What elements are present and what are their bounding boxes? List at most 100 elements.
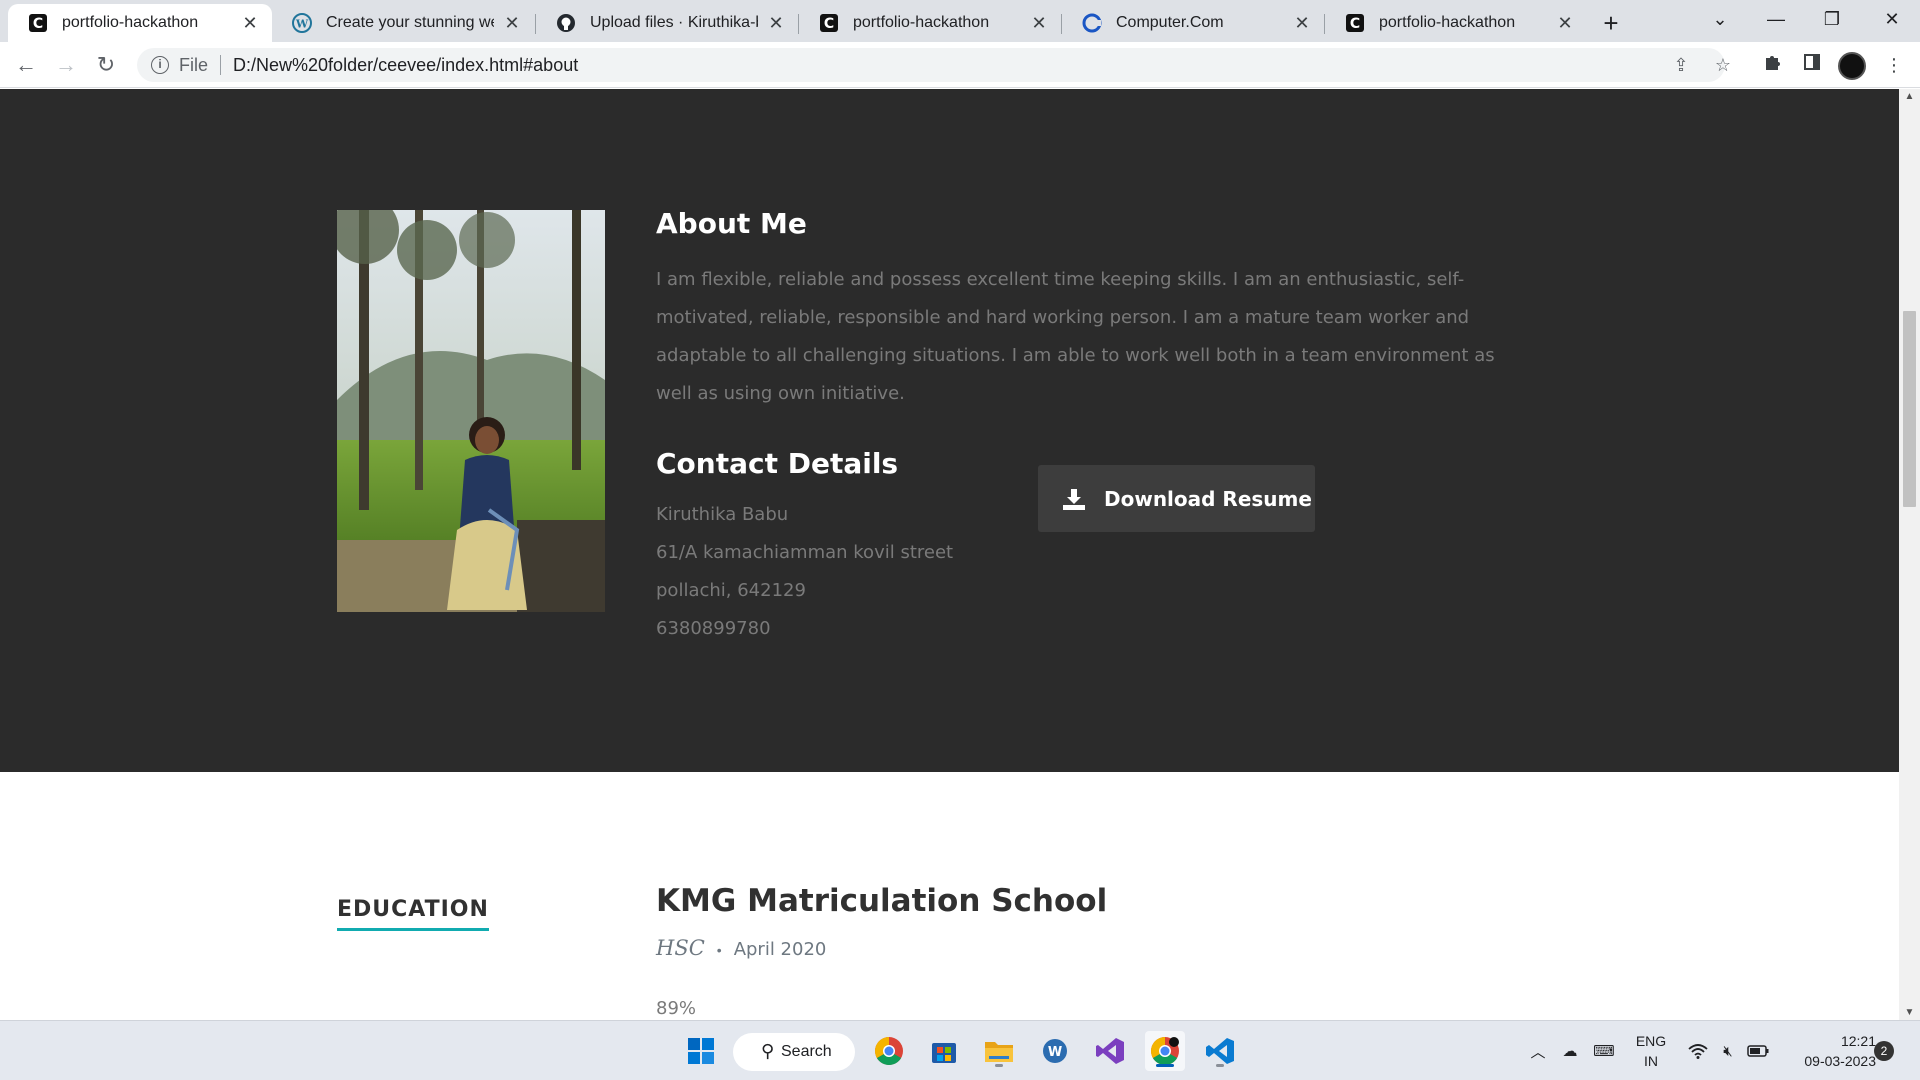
tab-title: portfolio-hackathon	[1379, 14, 1516, 31]
running-indicator	[995, 1064, 1003, 1067]
tab-close-icon[interactable]: ✕	[502, 13, 522, 34]
forward-button[interactable]: →	[50, 49, 82, 81]
chrome-taskbar-icon[interactable]	[869, 1031, 909, 1071]
tab-wordpress[interactable]: W Create your stunning websi ✕	[272, 4, 534, 42]
notification-badge[interactable]: 2	[1874, 1041, 1894, 1061]
tab-strip: C portfolio-hackathon ✕ W Create your st…	[0, 0, 1920, 42]
degree-date: April 2020	[733, 939, 827, 960]
language-indicator[interactable]: ENG IN	[1626, 1031, 1676, 1071]
volume-muted-icon[interactable]: 🔇︎	[1714, 1021, 1742, 1080]
active-indicator	[1156, 1064, 1174, 1067]
tab-close-icon[interactable]: ✕	[1029, 13, 1049, 34]
windows-start-icon[interactable]	[681, 1031, 721, 1071]
tray-overflow-chevron-icon[interactable]: ︿	[1526, 1021, 1550, 1080]
contact-name: Kiruthika Babu	[656, 504, 789, 525]
vscode-icon[interactable]	[1200, 1031, 1240, 1071]
taskbar-search[interactable]: ⚲ Search	[733, 1033, 855, 1071]
clock-time: 12:21	[1840, 1033, 1876, 1049]
new-tab-button[interactable]: +	[1595, 8, 1627, 40]
microsoft-store-icon[interactable]	[924, 1031, 964, 1071]
tab-title: portfolio-hackathon	[62, 14, 199, 31]
tab-portfolio-hackathon-2[interactable]: C portfolio-hackathon ✕	[799, 4, 1061, 42]
search-label: Search	[781, 1043, 832, 1060]
tab-close-icon[interactable]: ✕	[1555, 13, 1575, 34]
wordpress-icon: W	[292, 13, 312, 33]
tab-computer-com[interactable]: Computer.Com ✕	[1062, 4, 1324, 42]
chrome-active-taskbar-icon[interactable]	[1145, 1031, 1185, 1071]
svg-text:W: W	[295, 18, 309, 31]
page-viewport: About Me I am flexible, reliable and pos…	[0, 89, 1899, 1020]
tab-title: Create your stunning websi	[326, 14, 494, 31]
onedrive-cloud-icon[interactable]: ☁	[1556, 1021, 1584, 1080]
scroll-down-arrow-icon[interactable]: ▼	[1899, 1007, 1920, 1018]
tab-title: Upload files · Kiruthika-bab	[590, 14, 758, 31]
scrollbar-thumb[interactable]	[1903, 311, 1916, 507]
tab-close-icon[interactable]: ✕	[1292, 13, 1312, 34]
download-resume-label: Download Resume	[1104, 486, 1312, 511]
resume-education-section: EDUCATION KMG Matriculation School HSC •…	[0, 772, 1899, 1020]
tab-close-icon[interactable]: ✕	[766, 13, 786, 34]
battery-icon[interactable]	[1744, 1021, 1772, 1080]
bookmark-star-icon[interactable]: ☆	[1706, 48, 1740, 82]
degree-info: HSC • April 2020	[656, 936, 826, 960]
word-app-icon[interactable]: W	[1035, 1031, 1075, 1071]
search-icon: ⚲	[761, 1041, 775, 1061]
tab-close-icon[interactable]: ✕	[240, 13, 260, 34]
visual-studio-icon[interactable]	[1090, 1031, 1130, 1071]
language-code: ENG	[1635, 1033, 1667, 1049]
contact-street: 61/A kamachiamman kovil street	[656, 542, 954, 563]
url-text[interactable]: D:/New%20folder/ceevee/index.html#about	[233, 55, 578, 76]
contact-heading: Contact Details	[656, 447, 899, 480]
close-window-button[interactable]: ✕	[1864, 0, 1920, 40]
info-icon[interactable]: i	[151, 56, 169, 74]
address-divider	[220, 55, 222, 75]
tab-title: portfolio-hackathon	[853, 14, 990, 31]
file-explorer-icon[interactable]	[979, 1031, 1019, 1071]
svg-text:C: C	[824, 16, 834, 32]
restore-button[interactable]: ❐	[1804, 0, 1860, 40]
contact-phone: 6380899780	[656, 618, 771, 639]
menu-kebab-icon[interactable]: ⋮	[1878, 49, 1910, 81]
codepen-c-icon: C	[1345, 13, 1365, 33]
computer-com-icon	[1082, 13, 1102, 33]
svg-text:C: C	[1350, 16, 1360, 32]
download-resume-button[interactable]: Download Resume	[1038, 465, 1315, 532]
about-section: About Me I am flexible, reliable and pos…	[0, 89, 1899, 772]
wifi-icon[interactable]	[1684, 1021, 1712, 1080]
back-button[interactable]: ←	[10, 49, 42, 81]
github-icon	[556, 13, 576, 33]
degree-name: HSC	[656, 936, 705, 960]
system-clock[interactable]: 12:21 09-03-2023	[1780, 1031, 1876, 1071]
address-bar[interactable]: i File D:/New%20folder/ceevee/index.html…	[137, 48, 1725, 82]
tab-title: Computer.Com	[1116, 14, 1224, 31]
tab-search-chevron-icon[interactable]: ⌄	[1692, 0, 1748, 40]
keyboard-icon[interactable]: ⌨	[1590, 1021, 1618, 1080]
tab-github-upload[interactable]: Upload files · Kiruthika-bab ✕	[536, 4, 798, 42]
codepen-c-icon: C	[28, 13, 48, 33]
scroll-up-arrow-icon[interactable]: ▲	[1899, 91, 1920, 102]
browser-toolbar: ← → ↻ i File D:/New%20folder/ceevee/inde…	[0, 42, 1920, 88]
about-bio: I am flexible, reliable and possess exce…	[656, 269, 1495, 404]
running-indicator	[1216, 1064, 1224, 1067]
extensions-puzzle-icon[interactable]	[1756, 49, 1788, 81]
contact-details: Kiruthika Babu 61/A kamachiamman kovil s…	[656, 496, 953, 648]
codepen-c-icon: C	[819, 13, 839, 33]
school-name: KMG Matriculation School	[656, 883, 1108, 919]
scheme-label: File	[179, 54, 209, 75]
minimize-button[interactable]: —	[1748, 0, 1804, 40]
education-score: 89%	[656, 998, 697, 1019]
tab-portfolio-hackathon-3[interactable]: C portfolio-hackathon ✕	[1325, 4, 1587, 42]
share-icon[interactable]: ⇪	[1664, 48, 1698, 82]
download-icon	[1063, 488, 1085, 510]
region-code: IN	[1644, 1053, 1658, 1069]
svg-text:C: C	[33, 16, 43, 32]
tab-portfolio-hackathon-active[interactable]: C portfolio-hackathon ✕	[8, 4, 272, 42]
svg-text:W: W	[1048, 1045, 1062, 1060]
contact-city: pollachi, 642129	[656, 580, 806, 601]
profile-avatar[interactable]	[1838, 52, 1866, 80]
page-scrollbar[interactable]: ▲ ▼	[1899, 89, 1920, 1020]
side-panel-icon[interactable]	[1796, 49, 1828, 81]
reload-button[interactable]: ↻	[90, 49, 122, 81]
education-label: EDUCATION	[337, 897, 489, 931]
bullet-separator: •	[716, 942, 722, 958]
